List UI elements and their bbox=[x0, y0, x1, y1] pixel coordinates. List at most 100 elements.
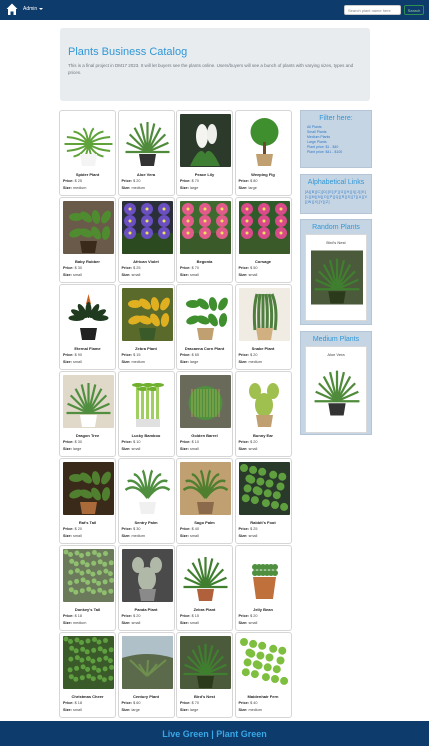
plant-price: Price: $ 65 bbox=[180, 353, 200, 357]
plant-card[interactable]: Sentry Palm Price: $ 30 Size: medium bbox=[117, 458, 175, 544]
plant-card[interactable]: Begonia Price: $ 70 Size: small bbox=[176, 197, 233, 283]
plant-price: Price: $ 25 bbox=[238, 527, 258, 531]
plant-price: Price: $ 18 bbox=[63, 701, 83, 705]
rabbits-foot-photo bbox=[238, 462, 290, 515]
plant-price: Price: $ 70 bbox=[180, 266, 200, 270]
plant-size: Size: small bbox=[180, 447, 199, 451]
plant-name: African Violet bbox=[133, 259, 159, 264]
plant-card[interactable]: Zebra Plant Price: $ 15 Size: small bbox=[176, 545, 233, 631]
birds-nest-photo bbox=[311, 250, 363, 305]
plant-name: Eternal Flame bbox=[74, 346, 101, 351]
plant-card[interactable]: Donkey's Tail Price: $ 18 Size: medium bbox=[59, 545, 116, 631]
random-plant-name: Bird's Nest bbox=[326, 240, 346, 245]
plant-size: Size: small bbox=[63, 534, 82, 538]
medium-plants-panel: Medium Plants Aloe Vera bbox=[300, 331, 372, 435]
plant-card[interactable]: Dragon Tree Price: $ 30 Size: large bbox=[59, 371, 116, 457]
medium-plant-card[interactable]: Aloe Vera bbox=[305, 346, 367, 433]
plant-card[interactable]: Golden Barrel Price: $ 10 Size: small bbox=[176, 371, 233, 457]
plant-price: Price: $ 10 bbox=[121, 440, 141, 444]
home-icon[interactable] bbox=[6, 3, 18, 16]
plant-name: Sago Palm bbox=[194, 520, 215, 525]
plant-name: Zebra Plant bbox=[135, 346, 157, 351]
plant-price: Price: $ 20 bbox=[63, 527, 83, 531]
plant-card[interactable]: Aloe Vera Price: $ 20 Size: medium bbox=[117, 110, 175, 196]
medium-plant-name: Aloe Vera bbox=[327, 352, 345, 357]
plant-size: Size: large bbox=[180, 708, 199, 712]
plant-card[interactable]: Bird's Nest Price: $ 70 Size: large bbox=[176, 632, 233, 718]
sentry-palm-photo bbox=[121, 462, 173, 515]
plant-card[interactable]: Century Plant Price: $ 60 Size: large bbox=[117, 632, 175, 718]
plant-card[interactable]: Peace Lily Price: $ 70 Size: large bbox=[176, 110, 233, 196]
plant-card[interactable]: Eternal Flame Price: $ 90 Size: small bbox=[59, 284, 116, 370]
sago-palm-photo bbox=[180, 462, 231, 515]
spider-plant-photo bbox=[63, 114, 114, 167]
plant-card[interactable]: Rabbit's Foot Price: $ 25 Size: small bbox=[234, 458, 292, 544]
plant-size: Size: small bbox=[180, 534, 199, 538]
plant-size: Size: small bbox=[238, 273, 258, 277]
rats-tail-photo bbox=[63, 462, 114, 515]
golden-barrel-photo bbox=[180, 375, 231, 428]
plant-card[interactable]: Jelly Bean Price: $ 20 Size: small bbox=[234, 545, 292, 631]
filter-link[interactable]: Plant price: $41 - $100 bbox=[301, 150, 371, 155]
plant-name: Sentry Palm bbox=[134, 520, 158, 525]
century-plant-photo bbox=[121, 636, 173, 689]
plant-name: Dragon Tree bbox=[75, 433, 100, 438]
plant-size: Size: small bbox=[180, 273, 199, 277]
plant-price: Price: $ 20 bbox=[121, 179, 141, 183]
plant-price: Price: $ 80 bbox=[238, 179, 258, 183]
plant-name: Snake Plant bbox=[251, 346, 275, 351]
plant-size: Size: medium bbox=[63, 186, 87, 190]
plant-size: Size: small bbox=[121, 273, 141, 277]
plant-card[interactable]: Christmas Cheer Price: $ 18 Size: small bbox=[59, 632, 116, 718]
plant-name: Begonia bbox=[196, 259, 213, 264]
plant-size: Size: small bbox=[121, 621, 141, 625]
plant-price: Price: $ 20 bbox=[121, 614, 141, 618]
plant-card[interactable]: Baby Rubber Price: $ 30 Size: small bbox=[59, 197, 116, 283]
plant-name: Golden Barrel bbox=[191, 433, 218, 438]
baby-rubber-photo bbox=[63, 201, 114, 254]
plant-card[interactable]: Snake Plant Price: $ 20 Size: medium bbox=[234, 284, 292, 370]
random-plant-card[interactable]: Bird's Nest bbox=[305, 234, 367, 321]
plant-price: Price: $ 25 bbox=[63, 179, 83, 183]
plant-card[interactable]: Rat's Tail Price: $ 20 Size: small bbox=[59, 458, 116, 544]
plant-card[interactable]: Spider Plant Price: $ 25 Size: medium bbox=[59, 110, 116, 196]
plant-card[interactable]: Zebra Plant Price: $ 15 Size: medium bbox=[117, 284, 175, 370]
plant-price: Price: $ 10 bbox=[180, 440, 200, 444]
peace-lily-photo bbox=[180, 114, 231, 167]
plant-size: Size: medium bbox=[238, 708, 262, 712]
plant-name: Century Plant bbox=[132, 694, 159, 699]
plant-card[interactable]: Maidenhair Fern Price: $ 40 Size: medium bbox=[234, 632, 292, 718]
search-button[interactable]: Search bbox=[404, 5, 424, 15]
plant-card[interactable]: Corsage Price: $ 50 Size: small bbox=[234, 197, 292, 283]
panda-plant-photo bbox=[121, 549, 173, 602]
alphabetical-panel: Alphabetical Links [ A ] [ B ] [ C ] [ D… bbox=[300, 174, 372, 214]
page-description: This is a final project in DM17 2023. It… bbox=[68, 63, 354, 75]
plant-size: Size: small bbox=[63, 708, 82, 712]
search-input[interactable] bbox=[344, 5, 401, 15]
plant-name: Rabbit's Foot bbox=[250, 520, 276, 525]
plant-size: Size: medium bbox=[63, 621, 87, 625]
plant-price: Price: $ 15 bbox=[180, 614, 200, 618]
plant-price: Price: $ 40 bbox=[180, 527, 200, 531]
plant-name: Bird's Nest bbox=[194, 694, 215, 699]
plant-name: Corsage bbox=[254, 259, 271, 264]
plant-name: Aloe Vera bbox=[136, 172, 156, 177]
plant-card[interactable]: Lucky Bamboo Price: $ 10 Size: small bbox=[117, 371, 175, 457]
plant-price: Price: $ 40 bbox=[238, 701, 258, 705]
plant-name: Peace Lily bbox=[194, 172, 215, 177]
admin-dropdown[interactable]: Admin bbox=[23, 6, 44, 12]
plant-name: Christmas Cheer bbox=[71, 694, 104, 699]
plant-name: Jelly Bean bbox=[253, 607, 273, 612]
plant-price: Price: $ 15 bbox=[121, 353, 141, 357]
footer-text: Live Green | Plant Green bbox=[162, 728, 267, 739]
plant-card[interactable]: Panda Plant Price: $ 20 Size: small bbox=[117, 545, 175, 631]
plant-card[interactable]: Weeping Fig Price: $ 80 Size: large bbox=[234, 110, 292, 196]
plant-name: Weeping Fig bbox=[251, 172, 275, 177]
plant-card[interactable]: African Violet Price: $ 25 Size: small bbox=[117, 197, 175, 283]
alphabet-link[interactable]: V bbox=[365, 195, 367, 199]
plant-card[interactable]: Sago Palm Price: $ 40 Size: small bbox=[176, 458, 233, 544]
plant-card[interactable]: Bunny Ear Price: $ 20 Size: small bbox=[234, 371, 292, 457]
plant-card[interactable]: Dracaena Corn Plant Price: $ 65 Size: larg… bbox=[176, 284, 233, 370]
plant-size: Size: small bbox=[63, 360, 82, 364]
plant-price: Price: $ 50 bbox=[238, 266, 258, 270]
